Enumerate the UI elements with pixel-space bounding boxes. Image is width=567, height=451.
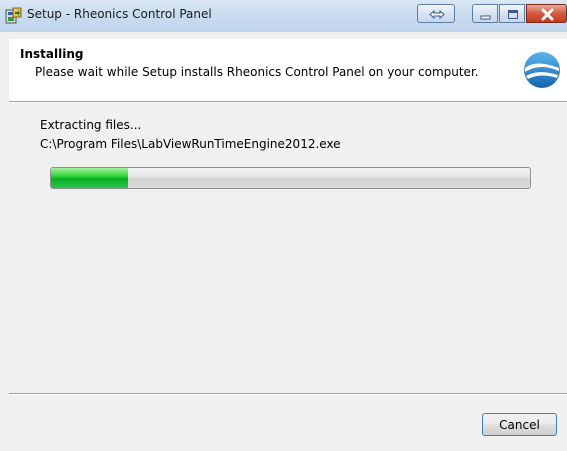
rheonics-logo bbox=[524, 52, 560, 88]
window-title: Setup - Rheonics Control Panel bbox=[27, 7, 212, 21]
title-bar[interactable]: Setup - Rheonics Control Panel bbox=[0, 0, 567, 32]
wizard-header: Installing Please wait while Setup insta… bbox=[9, 39, 567, 101]
footer-divider-highlight bbox=[9, 394, 567, 395]
close-button[interactable] bbox=[526, 4, 567, 23]
page-title: Installing bbox=[20, 47, 84, 61]
maximize-button[interactable] bbox=[499, 4, 525, 23]
minimize-icon bbox=[480, 15, 491, 20]
switch-windows-icon bbox=[429, 9, 445, 20]
progress-bar bbox=[50, 167, 531, 189]
current-file-path: C:\Program Files\LabViewRunTimeEngine201… bbox=[40, 137, 341, 151]
status-message: Extracting files... bbox=[40, 118, 142, 132]
setup-window: Setup - Rheonics Control Panel Installin… bbox=[0, 0, 567, 451]
minimize-button[interactable] bbox=[472, 4, 498, 23]
progress-bar-fill bbox=[51, 168, 128, 188]
maximize-icon bbox=[508, 10, 518, 19]
installer-icon bbox=[5, 7, 22, 24]
cancel-button[interactable]: Cancel bbox=[482, 413, 557, 436]
page-subtitle: Please wait while Setup installs Rheonic… bbox=[35, 65, 479, 79]
close-icon bbox=[541, 8, 554, 21]
switch-windows-button[interactable] bbox=[417, 4, 455, 23]
